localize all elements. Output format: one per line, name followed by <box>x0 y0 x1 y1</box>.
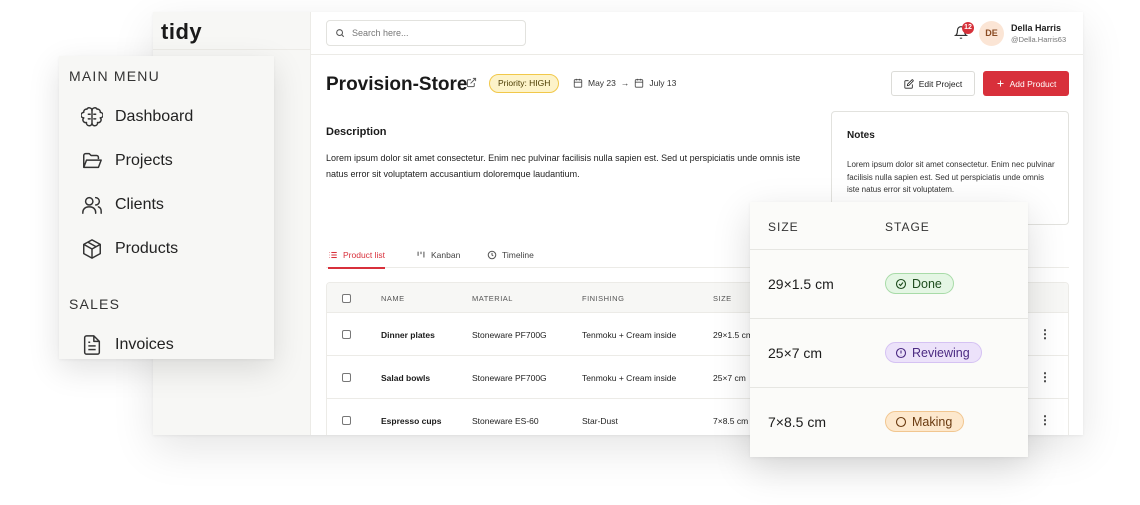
external-link-icon[interactable] <box>466 77 477 88</box>
circle-icon <box>895 416 907 427</box>
end-date: July 13 <box>649 78 677 88</box>
search-box[interactable] <box>326 20 526 46</box>
edit-project-label: Edit Project <box>918 78 963 89</box>
product-name: Salad bowls <box>381 373 431 383</box>
tab-product-list[interactable]: Product list <box>328 250 386 269</box>
tab-kanban[interactable]: Kanban <box>416 250 460 268</box>
row-checkbox[interactable] <box>342 330 351 339</box>
stage-row: 7×8.5 cm Making <box>750 388 1028 457</box>
product-size: 7×8.5 cm <box>713 416 749 426</box>
notes-heading: Notes <box>847 130 875 141</box>
app-logo[interactable]: tidy <box>161 19 202 45</box>
product-size: 29×1.5 cm <box>713 330 753 340</box>
size-value: 25×7 cm <box>768 345 823 361</box>
user-handle: @Della.Harris63 <box>1011 35 1067 44</box>
search-icon <box>336 29 345 38</box>
more-options-icon[interactable]: ⋮ <box>1039 370 1051 384</box>
top-bar: 12 DE Della Harris @Della.Harris63 <box>311 12 1083 55</box>
sidebar-item-label: Products <box>115 240 179 257</box>
stage-card-header: SIZE STAGE <box>750 202 1028 250</box>
sidebar-item-label: Projects <box>115 152 173 169</box>
column-header-finishing[interactable]: FINISHING <box>582 294 624 303</box>
user-name: Della Harris <box>1011 23 1062 33</box>
kanban-icon <box>417 251 425 258</box>
tab-label: Product list <box>343 250 386 260</box>
priority-badge: Priority: HIGH <box>489 74 560 93</box>
sidebar-item-label: Dashboard <box>115 108 194 125</box>
page-title: Provision-Store <box>326 74 468 95</box>
sidebar-item-invoices[interactable]: Invoices <box>81 333 174 357</box>
calendar-icon <box>573 78 583 88</box>
column-header-name[interactable]: NAME <box>381 294 405 303</box>
tab-timeline[interactable]: Timeline <box>487 250 534 268</box>
product-name: Espresso cups <box>381 416 442 426</box>
sidebar-item-projects[interactable]: Projects <box>81 149 173 173</box>
folder-open-icon <box>83 152 102 169</box>
size-stage-card: SIZE STAGE 29×1.5 cm Done 25×7 cm Review… <box>750 202 1028 457</box>
column-header-material[interactable]: MATERIAL <box>472 294 513 303</box>
more-options-icon[interactable]: ⋮ <box>1039 327 1051 341</box>
clock-icon <box>487 250 497 260</box>
select-all-checkbox[interactable] <box>342 294 351 303</box>
brain-icon <box>81 107 103 127</box>
start-date: May 23 <box>588 78 616 88</box>
sidebar-item-products[interactable]: Products <box>81 237 178 261</box>
product-material: Stoneware ES-60 <box>472 416 539 426</box>
calendar-icon <box>635 78 644 88</box>
alert-circle-icon <box>895 347 907 358</box>
column-header-size: SIZE <box>768 220 799 234</box>
sidebar-item-dashboard[interactable]: Dashboard <box>81 105 193 129</box>
users-icon <box>82 196 102 214</box>
product-finishing: Tenmoku + Cream inside <box>582 330 677 340</box>
box-icon <box>83 239 101 259</box>
add-product-button[interactable]: Add Product <box>983 71 1069 96</box>
stage-row: 25×7 cm Reviewing <box>750 319 1028 388</box>
product-material: Stoneware PF700G <box>472 373 547 383</box>
description-text: Lorem ipsum dolor sit amet consectetur. … <box>326 153 801 179</box>
edit-project-button[interactable]: Edit Project <box>891 71 975 96</box>
notes-text: Lorem ipsum dolor sit amet consectetur. … <box>847 160 1055 194</box>
description-heading: Description <box>326 126 387 138</box>
logo-divider <box>153 49 311 50</box>
sidebar-item-label: Invoices <box>115 336 174 353</box>
row-checkbox[interactable] <box>342 416 351 425</box>
row-checkbox[interactable] <box>342 373 351 382</box>
check-circle-icon <box>895 278 907 289</box>
main-menu-heading: MAIN MENU <box>69 68 160 84</box>
status-badge: Making <box>885 411 965 432</box>
product-finishing: Star-Dust <box>582 416 618 426</box>
sidebar-item-label: Clients <box>115 196 164 213</box>
notifications-button[interactable]: 12 <box>953 22 974 43</box>
status-label: Done <box>912 276 942 291</box>
sidebar-item-clients[interactable]: Clients <box>81 193 164 217</box>
product-size: 25×7 cm <box>713 373 746 383</box>
column-header-size[interactable]: SIZE <box>713 294 732 303</box>
column-header-stage: STAGE <box>885 220 930 234</box>
status-label: Reviewing <box>912 345 970 360</box>
size-value: 29×1.5 cm <box>768 276 834 292</box>
avatar[interactable]: DE <box>979 21 1004 46</box>
date-arrow: → <box>620 78 630 88</box>
file-text-icon <box>83 335 101 355</box>
status-label: Making <box>912 414 953 429</box>
add-product-label: Add Product <box>1009 78 1057 89</box>
sales-heading: SALES <box>69 296 121 312</box>
project-dates: May 23 → July 13 <box>573 78 676 88</box>
main-menu-card: MAIN MENU Dashboard Projects Clients Pro… <box>59 56 274 359</box>
plus-icon <box>997 80 1004 87</box>
more-options-icon[interactable]: ⋮ <box>1039 413 1051 427</box>
tab-label: Timeline <box>502 250 534 260</box>
edit-icon <box>904 78 914 89</box>
product-material: Stoneware PF700G <box>472 330 547 340</box>
size-value: 7×8.5 cm <box>768 414 826 430</box>
status-badge: Reviewing <box>885 342 982 363</box>
list-icon <box>329 251 337 259</box>
notification-count-badge: 12 <box>962 22 974 34</box>
product-finishing: Tenmoku + Cream inside <box>582 373 677 383</box>
product-name: Dinner plates <box>381 330 435 340</box>
search-input[interactable] <box>352 28 512 38</box>
status-badge: Done <box>885 273 954 294</box>
stage-row: 29×1.5 cm Done <box>750 250 1028 319</box>
tab-label: Kanban <box>431 250 461 260</box>
